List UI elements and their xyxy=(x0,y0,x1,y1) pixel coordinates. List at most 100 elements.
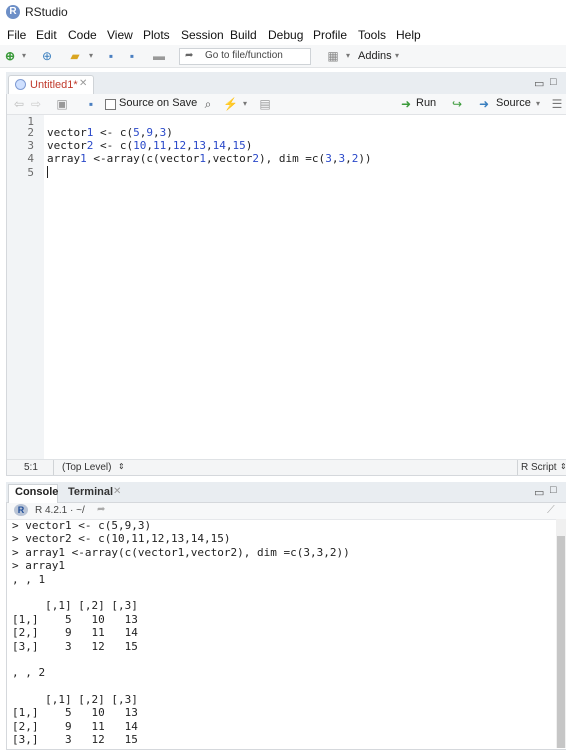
close-tab-icon[interactable]: ✕ xyxy=(79,78,87,89)
line-number: 4 xyxy=(27,152,34,165)
console-maximize-icon[interactable]: □ xyxy=(550,484,557,496)
code-tools-dropdown-icon[interactable]: ▾ xyxy=(240,96,250,112)
go-to-file-input[interactable]: ➦ Go to file/function xyxy=(179,48,311,65)
line-number: 2 xyxy=(27,126,34,139)
numeric-literal: 14 xyxy=(212,139,226,152)
print-icon[interactable]: ▬ xyxy=(151,48,167,64)
file-type-dropdown-icon[interactable]: ⇕ xyxy=(560,462,566,471)
menu-help[interactable]: Help xyxy=(396,28,421,42)
menu-debug[interactable]: Debug xyxy=(268,28,303,42)
layout-dropdown-icon[interactable]: ▾ xyxy=(343,48,353,64)
numeric-literal: 3 xyxy=(338,152,346,165)
save-file-icon[interactable]: ▪ xyxy=(84,96,98,112)
console-line: , , 1 xyxy=(12,572,46,586)
console-line: [2,] 9 11 14 xyxy=(12,719,138,733)
go-to-directory-icon[interactable]: ➦ xyxy=(97,504,105,515)
console-line: [1,] 5 10 13 xyxy=(12,706,138,720)
numeric-literal: 1 xyxy=(80,152,87,165)
close-terminal-icon[interactable]: ✕ xyxy=(113,486,121,497)
console-line: [,1] [,2] [,3] xyxy=(12,599,138,613)
r-logo-icon: R xyxy=(14,504,28,516)
menu-bar: File Edit Code View Plots Session Build … xyxy=(0,25,566,45)
title-bar: R RStudio xyxy=(0,0,566,25)
addins-dropdown-icon[interactable]: ▾ xyxy=(392,48,402,64)
numeric-literal: 2 xyxy=(252,152,259,165)
console-line: > vector1 <- c(5,9,3) xyxy=(12,519,152,532)
run-arrow-icon: ➜ xyxy=(400,97,412,111)
console-line: , , 2 xyxy=(12,666,46,680)
tab-console[interactable]: Console xyxy=(15,486,58,498)
show-in-window-icon[interactable]: ▣ xyxy=(55,96,69,112)
menu-plots[interactable]: Plots xyxy=(143,28,170,42)
run-button[interactable]: Run xyxy=(416,97,436,109)
source-dropdown-icon[interactable]: ▾ xyxy=(533,96,543,112)
console-scrollbar-thumb[interactable] xyxy=(557,536,565,748)
magic-wand-icon[interactable]: ⚡ xyxy=(223,96,238,112)
new-file-icon[interactable]: ⊕ xyxy=(3,48,17,64)
open-file-icon[interactable]: ▰ xyxy=(66,48,84,64)
code-line[interactable]: vector1 <- c(5,9,3) xyxy=(47,126,173,139)
window-title: RStudio xyxy=(25,5,68,19)
numeric-literal: 13 xyxy=(192,139,206,152)
numeric-literal: 10 xyxy=(133,139,147,152)
outline-icon[interactable]: ☰ xyxy=(550,96,564,112)
console-line: [2,] 9 11 14 xyxy=(12,626,138,640)
forward-icon[interactable]: ⇨ xyxy=(29,96,43,112)
menu-profile[interactable]: Profile xyxy=(313,28,347,42)
console-output[interactable]: > vector1 <- c(5,9,3) > vector2 <- c(10,… xyxy=(12,519,552,747)
tab-untitled1[interactable]: Untitled1* ✕ xyxy=(8,75,94,95)
scope-dropdown-icon[interactable]: ⇕ xyxy=(118,462,125,471)
maximize-icon[interactable]: □ xyxy=(550,76,557,88)
divider xyxy=(53,460,54,475)
numeric-literal: 2 xyxy=(86,139,94,152)
line-number: 3 xyxy=(27,139,34,152)
source-arrow-icon: ➜ xyxy=(478,97,490,111)
grid-layout-icon[interactable]: ▦ xyxy=(325,48,341,64)
minimize-icon[interactable]: ▭ xyxy=(534,77,544,90)
save-icon[interactable]: ▪ xyxy=(104,48,118,64)
source-button[interactable]: Source xyxy=(496,97,531,109)
file-type-selector[interactable]: R Script xyxy=(521,462,557,473)
rstudio-logo-icon: R xyxy=(6,5,20,19)
tab-terminal[interactable]: Terminal xyxy=(68,486,113,498)
cursor-position: 5:1 xyxy=(24,462,38,473)
source-on-save-checkbox[interactable] xyxy=(105,99,116,110)
numeric-literal: 15 xyxy=(232,139,246,152)
menu-view[interactable]: View xyxy=(107,28,133,42)
numeric-literal: 11 xyxy=(153,139,167,152)
new-file-dropdown-icon[interactable]: ▾ xyxy=(18,48,30,64)
back-icon[interactable]: ⇦ xyxy=(12,96,26,112)
new-project-icon[interactable]: ⊕ xyxy=(38,48,56,64)
editor-status-bar: 5:1 (Top Level) ⇕ R Script ⇕ xyxy=(7,459,566,475)
menu-session[interactable]: Session xyxy=(181,28,224,42)
compile-report-icon[interactable]: ▤ xyxy=(259,96,271,112)
code-line[interactable]: array1 <-array(c(vector1,vector2), dim =… xyxy=(47,152,372,165)
addins-menu[interactable]: Addins xyxy=(358,50,392,62)
menu-build[interactable]: Build xyxy=(230,28,257,42)
menu-edit[interactable]: Edit xyxy=(36,28,57,42)
console-line: > vector2 <- c(10,11,12,13,14,15) xyxy=(12,532,231,546)
numeric-literal: 1 xyxy=(86,126,94,139)
numeric-literal: 3 xyxy=(325,152,332,165)
console-line: > array1 xyxy=(12,559,65,573)
numeric-literal: 9 xyxy=(146,126,153,139)
save-all-icon[interactable]: ▪ xyxy=(124,48,140,64)
go-to-file-placeholder: Go to file/function xyxy=(205,50,283,61)
search-icon[interactable]: ⌕ xyxy=(201,96,215,112)
console-minimize-icon[interactable]: ▭ xyxy=(534,486,544,499)
source-on-save-label: Source on Save xyxy=(119,97,198,109)
menu-tools[interactable]: Tools xyxy=(358,28,386,42)
numeric-literal: 3 xyxy=(159,126,167,139)
rerun-icon[interactable]: ↪ xyxy=(448,96,466,112)
open-dropdown-icon[interactable]: ▾ xyxy=(86,48,96,64)
clear-console-icon[interactable]: ⟋ xyxy=(547,504,555,517)
console-tab-bar: Console Terminal ✕ ▭ □ xyxy=(6,482,566,503)
menu-file[interactable]: File xyxy=(7,28,26,42)
scope-selector[interactable]: (Top Level) xyxy=(62,462,111,473)
console-info-bar: R R 4.2.1 · ~/ ➦ ⟋ xyxy=(7,503,566,520)
code-line[interactable]: vector2 <- c(10,11,12,13,14,15) xyxy=(47,139,252,152)
menu-code[interactable]: Code xyxy=(68,28,97,42)
r-file-icon xyxy=(15,79,26,90)
